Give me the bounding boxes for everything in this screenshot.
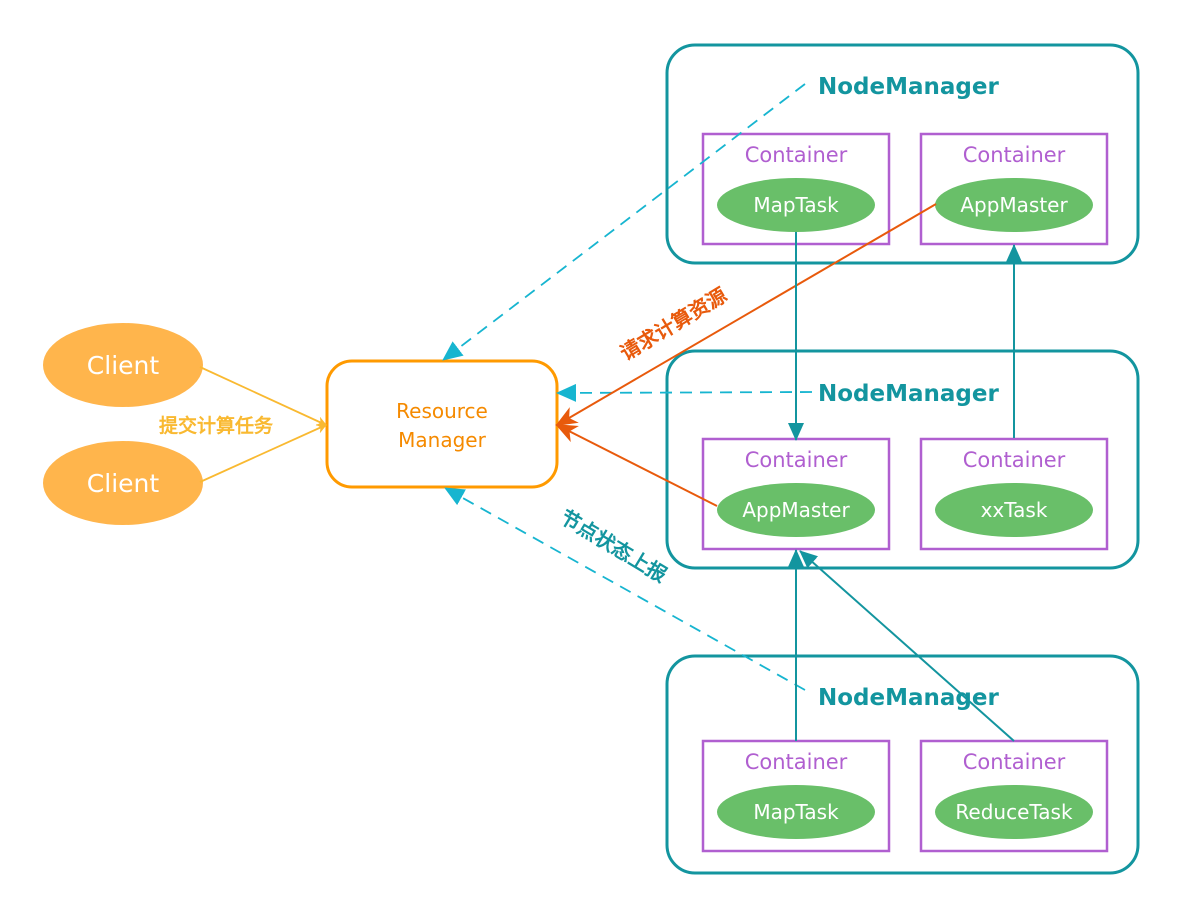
task-label: ReduceTask [955, 800, 1073, 824]
container: Container MapTask [701, 739, 891, 853]
task-arrow-4 [799, 550, 1015, 742]
report-arrow-2 [556, 383, 813, 402]
task-label: MapTask [753, 193, 839, 217]
container: Container xxTask [919, 437, 1109, 551]
container: Container AppMaster [701, 437, 891, 551]
task-label: AppMaster [960, 193, 1068, 217]
submit-label: 提交计算任务 [159, 414, 274, 437]
container: Container ReduceTask [919, 739, 1109, 853]
client-1: Client [43, 323, 203, 407]
container: Container MapTask [701, 132, 891, 246]
client-2: Client [43, 441, 203, 525]
container-label: Container [963, 143, 1066, 167]
container-label: Container [963, 448, 1066, 472]
container-label: Container [745, 750, 848, 774]
container: Container AppMaster [919, 132, 1109, 246]
task-label: AppMaster [742, 498, 850, 522]
task-label: MapTask [753, 800, 839, 824]
client-label: Client [87, 351, 160, 380]
report-label: 节点状态上报 [556, 505, 671, 587]
node-manager-label: NodeManager [818, 381, 999, 407]
container-label: Container [745, 143, 848, 167]
resource-manager: Resource Manager [325, 359, 559, 489]
request-label: 请求计算资源 [616, 283, 731, 365]
task-label: xxTask [981, 498, 1048, 522]
node-manager-label: NodeManager [818, 74, 999, 100]
container-label: Container [963, 750, 1066, 774]
yarn-architecture-diagram: NodeManager NodeManager NodeManager Cont… [43, 43, 1140, 875]
rm-label-line2: Manager [398, 428, 486, 452]
request-arrow-2 [555, 424, 718, 507]
client-label: Client [87, 469, 160, 498]
rm-label-line1: Resource [396, 399, 488, 423]
node-manager-label: NodeManager [818, 685, 999, 711]
container-label: Container [745, 448, 848, 472]
